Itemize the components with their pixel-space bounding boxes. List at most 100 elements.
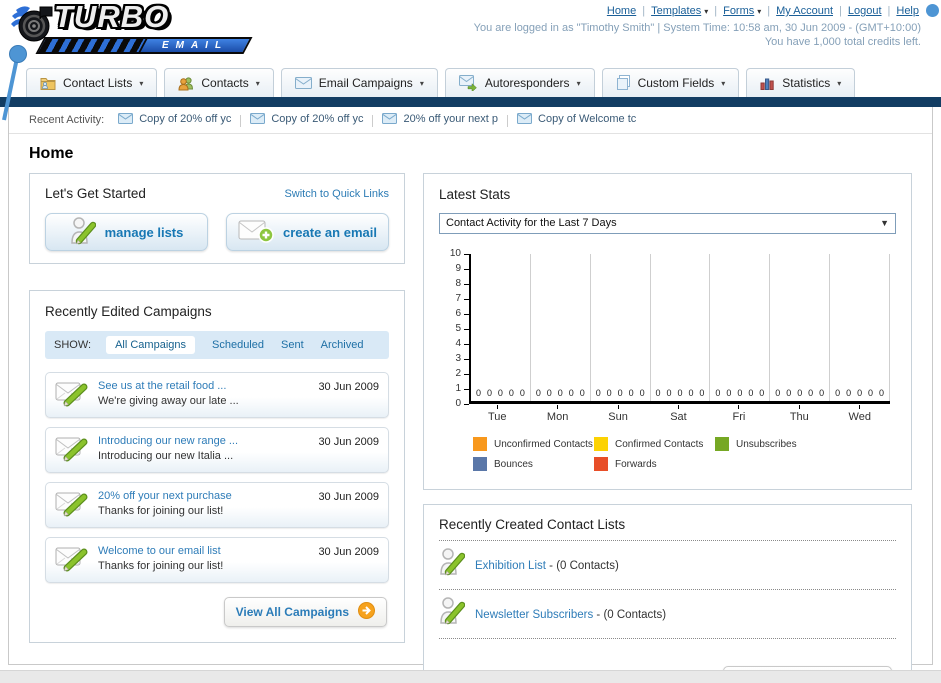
filter-scheduled[interactable]: Scheduled — [212, 339, 264, 351]
contact-list-link[interactable]: Newsletter Subscribers — [475, 609, 593, 621]
nav-link-logout[interactable]: Logout — [848, 5, 882, 17]
nav-separator: | — [642, 5, 646, 17]
contact-list-link[interactable]: Exhibition List — [475, 560, 546, 572]
x-axis-cell: Sat — [648, 405, 708, 423]
nav-link-forms[interactable]: Forms ▾ — [723, 5, 761, 17]
value-label: 0 — [715, 388, 721, 398]
chart-value-labels: 00000 — [712, 388, 767, 398]
legend-item-bounces: Bounces — [473, 457, 594, 471]
chevron-down-icon: ▾ — [419, 78, 424, 88]
value-label: 0 — [639, 388, 645, 398]
contact-lists: Exhibition List - (0 Contacts) Newsletter… — [439, 541, 896, 639]
chart-day-group: 00000 — [651, 254, 711, 401]
create-email-button[interactable]: create an email — [226, 213, 389, 251]
tab-email-campaigns[interactable]: Email Campaigns ▾ — [280, 68, 438, 97]
value-label: 0 — [557, 388, 563, 398]
nav-link-help[interactable]: Help — [896, 5, 919, 17]
chevron-down-icon: ▼ — [880, 218, 889, 228]
campaign-row[interactable]: Introducing our new range ... Introducing… — [45, 427, 389, 473]
envelope-arrow-icon — [458, 75, 478, 91]
recent-activity-items: Copy of 20% off yc Copy of 20% off yc 20% … — [118, 113, 636, 128]
value-label: 0 — [677, 388, 683, 398]
right-column: Latest Stats Contact Activity for the La… — [423, 173, 912, 683]
stats-select-value: Contact Activity for the Last 7 Days — [446, 217, 617, 229]
pages-icon — [616, 75, 631, 91]
stats-select[interactable]: Contact Activity for the Last 7 Days ▼ — [439, 213, 896, 234]
filter-sent[interactable]: Sent — [281, 339, 304, 351]
value-label: 0 — [879, 388, 885, 398]
people-icon — [178, 76, 194, 91]
legend-swatch — [715, 437, 729, 451]
contact-list-item[interactable]: Newsletter Subscribers - (0 Contacts) — [439, 590, 896, 639]
y-axis-tick — [464, 284, 469, 285]
campaign-date: 30 Jun 2009 — [318, 381, 379, 393]
recent-activity-item[interactable]: Copy of 20% off yc — [118, 113, 231, 125]
recent-activity-bar: Recent Activity: Copy of 20% off yc Copy … — [9, 107, 932, 134]
contact-list-item[interactable]: Exhibition List - (0 Contacts) — [439, 541, 896, 590]
y-axis-label: 5 — [455, 323, 461, 334]
campaigns-title: Recently Edited Campaigns — [45, 304, 212, 319]
x-axis-cell: Sun — [588, 405, 648, 423]
tab-contact-lists[interactable]: Contact Lists ▾ — [26, 68, 158, 97]
legend-swatch — [473, 457, 487, 471]
chart-day-group: 00000 — [830, 254, 891, 401]
filter-all-campaigns[interactable]: All Campaigns — [106, 336, 195, 354]
value-label: 0 — [699, 388, 705, 398]
chart-value-labels: 00000 — [832, 388, 887, 398]
legend-row: Unconfirmed Contacts Confirmed Contacts Un… — [473, 437, 896, 451]
divider — [507, 115, 509, 128]
login-info: You are logged in as "Timothy Smith" | S… — [473, 22, 921, 34]
view-all-campaigns-button[interactable]: View All Campaigns — [223, 597, 387, 627]
switch-quick-links[interactable]: Switch to Quick Links — [284, 188, 389, 200]
divider — [372, 115, 374, 128]
navy-divider-bar — [0, 97, 941, 107]
recent-activity-item[interactable]: Copy of 20% off yc — [250, 113, 363, 125]
value-label: 0 — [775, 388, 781, 398]
latest-stats-title: Latest Stats — [439, 187, 511, 202]
campaign-title-link[interactable]: Introducing our new range ... — [98, 434, 309, 449]
x-axis-tick — [617, 405, 619, 409]
turbo-email-logo[interactable]: EMAIL TURBO — [10, 0, 255, 60]
value-label: 0 — [726, 388, 732, 398]
tab-custom-fields[interactable]: Custom Fields ▾ — [601, 68, 740, 97]
contact-list-text: Exhibition List - (0 Contacts) — [475, 556, 619, 574]
manage-lists-button[interactable]: manage lists — [45, 213, 208, 251]
nav-link-home[interactable]: Home — [607, 5, 636, 17]
nav-link-my-account[interactable]: My Account — [776, 5, 833, 17]
manage-lists-label: manage lists — [104, 224, 184, 240]
value-label: 0 — [568, 388, 574, 398]
tab-label: Contact Lists — [63, 76, 133, 90]
filter-archived[interactable]: Archived — [321, 339, 364, 351]
campaigns-panel: Recently Edited Campaigns SHOW: All Camp… — [29, 290, 405, 643]
value-label: 0 — [808, 388, 814, 398]
tab-autoresponders[interactable]: Autoresponders ▾ — [444, 68, 595, 97]
value-label: 0 — [666, 388, 672, 398]
recent-activity-item[interactable]: Copy of Welcome tc — [517, 113, 636, 125]
campaign-title-link[interactable]: 20% off your next purchase — [98, 489, 309, 504]
tab-contacts[interactable]: Contacts ▾ — [164, 68, 274, 97]
legend-label: Unsubscribes — [736, 438, 797, 450]
recent-activity-item[interactable]: 20% off your next p — [382, 113, 498, 125]
tab-label: Contacts — [201, 76, 249, 90]
nav-link-templates[interactable]: Templates ▾ — [651, 5, 708, 17]
campaign-date: 30 Jun 2009 — [318, 491, 379, 503]
y-axis-label: 9 — [455, 263, 461, 274]
x-axis-label: Thu — [789, 411, 809, 423]
x-axis-cell: Wed — [830, 405, 890, 423]
view-all-campaigns-label: View All Campaigns — [235, 605, 349, 619]
tab-label: Statistics — [782, 76, 831, 90]
tab-statistics[interactable]: Statistics ▾ — [746, 68, 856, 97]
campaign-title-link[interactable]: See us at the retail food ... — [98, 379, 309, 394]
person-pencil-icon — [70, 216, 96, 249]
x-axis-label: Mon — [546, 411, 569, 423]
x-axis-cell: Mon — [527, 405, 587, 423]
campaign-title-link[interactable]: Welcome to our email list — [98, 544, 309, 559]
campaign-row[interactable]: Welcome to our email list Thanks for join… — [45, 537, 389, 583]
y-axis-tick — [464, 359, 469, 360]
campaign-row[interactable]: 20% off your next purchase Thanks for joi… — [45, 482, 389, 528]
envelope-icon — [294, 77, 312, 89]
x-axis-tick — [798, 405, 800, 409]
campaign-row[interactable]: See us at the retail food ... We're givin… — [45, 372, 389, 418]
recent-activity-label: Recent Activity: — [29, 114, 105, 126]
envelope-pencil-icon — [55, 435, 89, 467]
